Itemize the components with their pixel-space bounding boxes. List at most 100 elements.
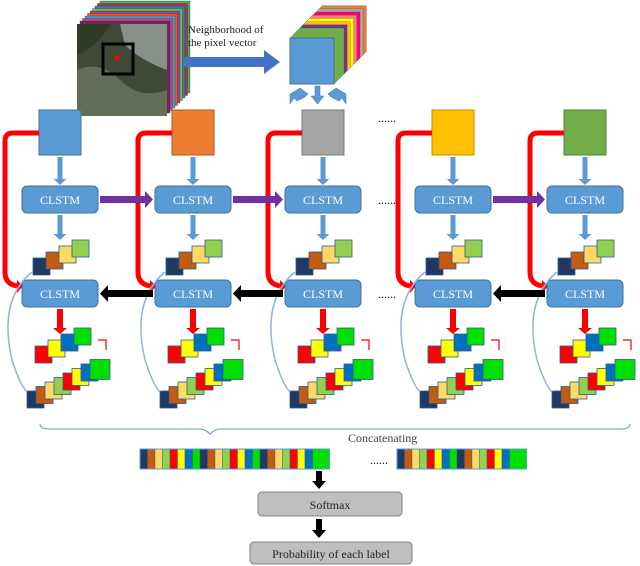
- forward-feature-map: [204, 239, 223, 258]
- cell-to-output-arrow: [316, 309, 330, 334]
- merge-hook-arrow: [491, 339, 500, 350]
- concat-segment: [237, 448, 246, 470]
- input-to-cell-arrow: [446, 157, 460, 185]
- cell-to-output-arrow: [186, 309, 200, 334]
- forward-clstm-label: CLSTM: [40, 193, 80, 207]
- input-patch: [171, 109, 215, 156]
- backward-feature-map: [466, 327, 485, 346]
- concat-segment: [259, 448, 268, 470]
- forward-clstm-label: CLSTM: [173, 193, 213, 207]
- forward-feature-map: [464, 239, 483, 258]
- input-to-cell-arrow: [186, 157, 200, 185]
- concat-segment: [464, 448, 473, 470]
- time-step-column-1: CLSTM CLSTM: [2, 109, 111, 409]
- input-patch: [431, 109, 475, 156]
- backward-clstm-label: CLSTM: [173, 287, 213, 301]
- output-label: Probability of each label: [272, 547, 390, 561]
- forward-clstm-label: CLSTM: [303, 193, 343, 207]
- arrow-to-output: [312, 519, 326, 538]
- concat-segment: [434, 448, 443, 470]
- time-step-column-4: CLSTM CLSTM: [395, 109, 504, 409]
- forward-feature-map: [334, 239, 353, 258]
- arrow-to-softmax: [312, 471, 326, 489]
- forward-feature-map: [71, 239, 90, 258]
- cell-to-features-arrow: [578, 215, 592, 240]
- merged-feature-map: [482, 359, 504, 380]
- concat-segment: [222, 448, 231, 470]
- concat-segment: [289, 448, 298, 470]
- concat-segment: [162, 448, 171, 470]
- backward-clstm-label: CLSTM: [433, 287, 473, 301]
- concatenation-brace: [39, 423, 631, 435]
- concat-segment: [404, 448, 413, 470]
- ellipsis: ......: [378, 193, 396, 207]
- concat-segment: [297, 448, 306, 470]
- time-step-column-5: CLSTM CLSTM: [527, 109, 636, 409]
- cell-to-output-arrow: [446, 309, 460, 334]
- concatenating-label: Concatenating: [348, 431, 417, 445]
- backward-feature-map: [598, 327, 617, 346]
- concat-segment: [267, 448, 276, 470]
- backward-clstm-label: CLSTM: [40, 287, 80, 301]
- input-patch: [563, 109, 607, 156]
- cell-to-features-arrow: [186, 215, 200, 240]
- neighborhood-cube: [289, 5, 367, 85]
- cell-to-features-arrow: [316, 215, 330, 240]
- merge-hook-arrow: [98, 339, 107, 350]
- concat-segment: [229, 448, 238, 470]
- forward-state-arrow: [493, 191, 545, 208]
- cell-to-output-arrow: [53, 309, 67, 334]
- pixel-marker: [114, 55, 120, 61]
- diagram: Neighborhood of the pixel vector CLSTMCL…: [2, 0, 636, 565]
- concat-segment: [199, 448, 208, 470]
- concat-segment: [154, 448, 163, 470]
- merged-feature-map: [614, 359, 636, 380]
- hyperspectral-cube: [77, 0, 191, 116]
- concat-segment: [282, 448, 291, 470]
- merge-hook-arrow: [231, 339, 240, 350]
- concat-segment: [441, 448, 450, 470]
- concat-segment: [449, 448, 458, 470]
- neighborhood-label-2: the pixel vector: [188, 37, 257, 49]
- concat-segment: [509, 448, 527, 470]
- concat-segment: [147, 448, 156, 470]
- forward-state-arrow: [100, 191, 153, 208]
- input-patch: [301, 109, 345, 156]
- concat-segment: [274, 448, 283, 470]
- concat-segment: [419, 448, 428, 470]
- concat-segment: [486, 448, 495, 470]
- concat-segment: [426, 448, 435, 470]
- input-to-cell-arrow: [53, 157, 67, 185]
- input-to-cell-arrow: [578, 157, 592, 185]
- softmax-label: Softmax: [310, 498, 351, 512]
- distribution-arrows: [289, 85, 347, 105]
- merged-feature-map: [352, 359, 374, 380]
- concat-segment: [169, 448, 178, 470]
- concat-segment: [184, 448, 193, 470]
- backward-feature-map: [73, 327, 92, 346]
- merge-hook-arrow: [361, 339, 370, 350]
- concat-segment: [411, 448, 420, 470]
- concat-segment: [214, 448, 223, 470]
- concat-segment: [252, 448, 261, 470]
- forward-state-arrow: [233, 191, 283, 208]
- concat-segment: [396, 448, 405, 470]
- concatenated-feature-vector: [139, 448, 527, 470]
- concat-segment: [501, 448, 510, 470]
- merged-feature-map: [222, 359, 244, 380]
- backward-clstm-label: CLSTM: [303, 287, 343, 301]
- ellipsis: ......: [378, 287, 396, 301]
- concat-segment: [192, 448, 201, 470]
- concat-segment: [139, 448, 148, 470]
- forward-clstm-label: CLSTM: [565, 193, 605, 207]
- backward-clstm-label: CLSTM: [565, 287, 605, 301]
- input-to-cell-arrow: [316, 157, 330, 185]
- concat-segment: [471, 448, 480, 470]
- cell-to-features-arrow: [53, 215, 67, 240]
- cell-to-output-arrow: [578, 309, 592, 334]
- ellipsis: ......: [378, 111, 396, 125]
- time-step-column-3: CLSTM CLSTM: [265, 109, 374, 409]
- concat-segment: [456, 448, 465, 470]
- concat-segment: [304, 448, 313, 470]
- concat-segment: [494, 448, 503, 470]
